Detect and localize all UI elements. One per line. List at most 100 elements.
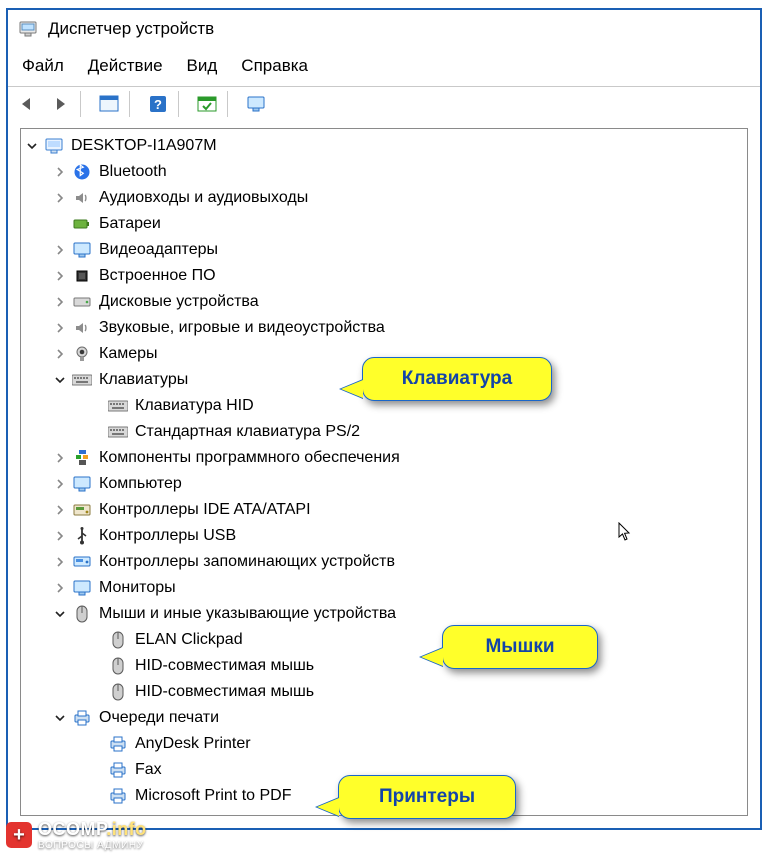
scan-hardware-icon[interactable] — [193, 91, 221, 117]
callout-label: Мышки — [485, 636, 554, 657]
monitor-icon[interactable] — [242, 91, 270, 117]
watermark-tld: .info — [106, 819, 147, 839]
tree-node-display-ad[interactable]: Видеоадаптеры — [21, 237, 747, 263]
callout-label: Принтеры — [379, 786, 475, 807]
expand-toggle[interactable] — [55, 531, 71, 541]
expand-toggle[interactable] — [55, 245, 71, 255]
tree-node-ide[interactable]: Контроллеры IDE ATA/ATAPI — [21, 497, 747, 523]
toolbar-separator — [129, 91, 138, 117]
expand-toggle[interactable] — [55, 583, 71, 593]
back-button[interactable] — [14, 91, 42, 117]
speaker-icon — [71, 188, 93, 208]
tree-node-label: Камеры — [97, 343, 158, 365]
app-icon — [18, 19, 38, 39]
tree-leaf-mouse-hid1[interactable]: HID-совместимая мышь — [21, 653, 747, 679]
menu-action[interactable]: Действие — [78, 52, 177, 80]
tree-node-sound[interactable]: Звуковые, игровые и видеоустройства — [21, 315, 747, 341]
tree-root-label: DESKTOP-I1A907M — [69, 135, 217, 157]
expand-toggle[interactable] — [55, 557, 71, 567]
speaker-icon — [71, 318, 93, 338]
callout-label: Клавиатура — [402, 368, 512, 389]
expand-toggle[interactable] — [55, 375, 71, 385]
tree-leaf-label: Microsoft Print to PDF — [133, 785, 291, 807]
tree-node-label: Bluetooth — [97, 161, 167, 183]
tree-node-battery[interactable]: Батареи — [21, 211, 747, 237]
tree-node-computer[interactable]: Компьютер — [21, 471, 747, 497]
expand-toggle[interactable] — [55, 323, 71, 333]
window-title: Диспетчер устройств — [48, 19, 214, 39]
toolbar-separator — [178, 91, 187, 117]
tree-node-printq[interactable]: Очереди печати — [21, 705, 747, 731]
cursor-icon — [618, 522, 632, 542]
expand-toggle[interactable] — [55, 349, 71, 359]
toolbar-separator — [80, 91, 89, 117]
tree-node-label: Клавиатуры — [97, 369, 188, 391]
tree-node-software[interactable]: Компоненты программного обеспечения — [21, 445, 747, 471]
titlebar: Диспетчер устройств — [8, 10, 760, 48]
tree-leaf-mouse-hid2[interactable]: HID-совместимая мышь — [21, 679, 747, 705]
mouse-icon — [107, 630, 129, 650]
swcomp-icon — [71, 448, 93, 468]
tree-node-disk[interactable]: Дисковые устройства — [21, 289, 747, 315]
expand-toggle[interactable] — [55, 505, 71, 515]
expand-toggle[interactable] — [55, 297, 71, 307]
expand-toggle[interactable] — [55, 713, 71, 723]
expand-toggle[interactable] — [55, 479, 71, 489]
tree-node-label: Очереди печати — [97, 707, 219, 729]
tree-node-monitors[interactable]: Мониторы — [21, 575, 747, 601]
toolbar: ? — [8, 89, 760, 122]
watermark-badge-icon: + — [6, 822, 32, 848]
tree-node-label: Контроллеры запоминающих устройств — [97, 551, 395, 573]
tree-leaf-prn-anydesk[interactable]: AnyDesk Printer — [21, 731, 747, 757]
separator — [8, 86, 760, 87]
tree-leaf-label: Стандартная клавиатура PS/2 — [133, 421, 360, 443]
tree-node-label: Батареи — [97, 213, 161, 235]
tree-leaf-mouse-elan[interactable]: ELAN Clickpad — [21, 627, 747, 653]
expand-toggle[interactable] — [55, 193, 71, 203]
expand-toggle[interactable] — [55, 167, 71, 177]
watermark: + OCOMP.info ВОПРОСЫ АДМИНУ — [6, 819, 147, 851]
device-tree[interactable]: DESKTOP-I1A907M Bluetooth Аудиовходы и ауд… — [21, 129, 747, 816]
usb-icon — [71, 526, 93, 546]
expand-toggle[interactable] — [27, 141, 43, 151]
menubar: Файл Действие Вид Справка — [8, 48, 760, 84]
help-icon[interactable]: ? — [144, 91, 172, 117]
tree-node-bluetooth[interactable]: Bluetooth — [21, 159, 747, 185]
device-manager-window: Диспетчер устройств Файл Действие Вид Сп… — [6, 8, 762, 830]
tree-node-label: Компоненты программного обеспечения — [97, 447, 400, 469]
menu-file[interactable]: Файл — [12, 52, 78, 80]
show-hidden-icon[interactable] — [95, 91, 123, 117]
tree-node-label: Звуковые, игровые и видеоустройства — [97, 317, 385, 339]
monitor-icon — [71, 474, 93, 494]
forward-button[interactable] — [46, 91, 74, 117]
drive-icon — [71, 292, 93, 312]
monitor-icon — [71, 578, 93, 598]
tree-node-label: Контроллеры IDE ATA/ATAPI — [97, 499, 311, 521]
menu-help[interactable]: Справка — [231, 52, 322, 80]
tree-node-storage[interactable]: Контроллеры запоминающих устройств — [21, 549, 747, 575]
tree-node-firmware[interactable]: Встроенное ПО — [21, 263, 747, 289]
tree-node-label: Аудиовходы и аудиовыходы — [97, 187, 308, 209]
tree-node-label: Мыши и иные указывающие устройства — [97, 603, 396, 625]
callout-mice: Мышки — [442, 625, 598, 669]
tree-node-mice[interactable]: Мыши и иные указывающие устройства — [21, 601, 747, 627]
tree-leaf-label: Клавиатура HID — [133, 395, 254, 417]
tree-node-usb[interactable]: Контроллеры USB — [21, 523, 747, 549]
tree-leaf-kb-ps2[interactable]: Стандартная клавиатура PS/2 — [21, 419, 747, 445]
svg-text:?: ? — [154, 97, 162, 112]
keyboard-icon — [107, 422, 129, 442]
bluetooth-icon — [71, 162, 93, 182]
tree-node-audio-io[interactable]: Аудиовходы и аудиовыходы — [21, 185, 747, 211]
printer-icon — [107, 734, 129, 754]
mouse-icon — [71, 604, 93, 624]
expand-toggle[interactable] — [55, 271, 71, 281]
tree-root[interactable]: DESKTOP-I1A907M — [21, 133, 747, 159]
monitor-icon — [71, 240, 93, 260]
chip-icon — [71, 266, 93, 286]
device-tree-panel: DESKTOP-I1A907M Bluetooth Аудиовходы и ауд… — [20, 128, 748, 816]
ide-icon — [71, 500, 93, 520]
expand-toggle[interactable] — [55, 609, 71, 619]
tree-node-label: Компьютер — [97, 473, 182, 495]
expand-toggle[interactable] — [55, 453, 71, 463]
menu-view[interactable]: Вид — [177, 52, 232, 80]
